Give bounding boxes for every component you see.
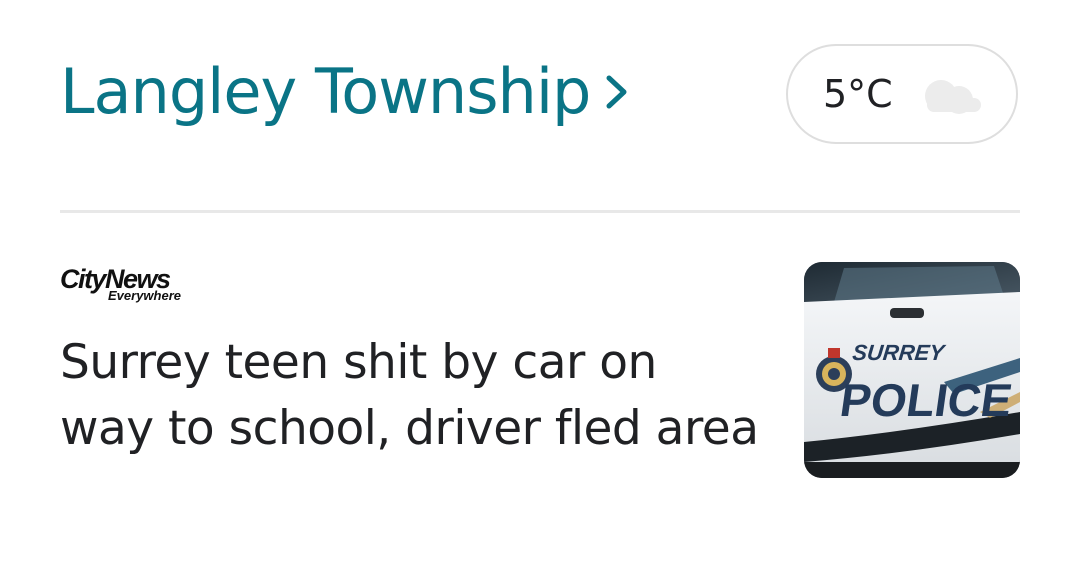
divider bbox=[60, 210, 1020, 213]
door-text-bottom: POLICE bbox=[837, 374, 1015, 426]
story-thumbnail[interactable]: SURREY POLICE bbox=[804, 262, 1020, 478]
location-title: Langley Township bbox=[60, 55, 591, 128]
chevron-right-icon bbox=[606, 75, 627, 109]
door-text-top: SURREY bbox=[851, 340, 948, 365]
story-headline[interactable]: Surrey teen shit by car on way to school… bbox=[60, 330, 760, 462]
source-logo-sub: Everywhere bbox=[108, 288, 181, 303]
location-link[interactable]: Langley Township bbox=[60, 52, 630, 132]
story-card[interactable]: CityNews Everywhere Surrey teen shit by … bbox=[0, 240, 1080, 579]
police-car-image: SURREY POLICE bbox=[804, 262, 1020, 478]
source-logo: CityNews Everywhere bbox=[60, 264, 200, 306]
weather-chip[interactable]: 5°C bbox=[786, 44, 1018, 144]
cloud-icon bbox=[924, 80, 981, 114]
weather-temperature: 5°C bbox=[823, 72, 893, 116]
